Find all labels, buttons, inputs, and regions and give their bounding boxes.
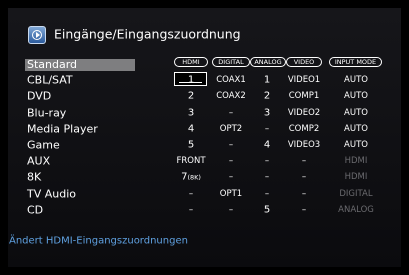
- cell-digital: –: [228, 156, 234, 166]
- cell-analog: 4: [263, 139, 271, 151]
- cell-hdmi-note: (8K): [187, 173, 201, 182]
- column-header-digital: DIGITAL: [212, 57, 250, 67]
- row-label[interactable]: 8K: [27, 171, 41, 184]
- cell-mode: HDMI: [344, 156, 368, 166]
- cell-digital: –: [228, 140, 234, 150]
- row-label[interactable]: TV Audio: [27, 188, 76, 201]
- cell-analog: 1: [263, 74, 271, 86]
- cell-mode: AUTO: [344, 91, 368, 101]
- row-label-standard[interactable]: Standard: [25, 59, 135, 71]
- cell-hdmi: FRONT: [176, 156, 206, 166]
- cell-digital: OPT2: [219, 124, 243, 134]
- row-label[interactable]: CBL/SAT: [27, 74, 73, 87]
- row-label[interactable]: AUX: [27, 155, 50, 168]
- setup-menu-screen: [8, 8, 401, 267]
- column-header-analog: ANALOG: [250, 57, 286, 67]
- cell-digital: –: [228, 205, 234, 215]
- cell-mode: AUTO: [344, 108, 368, 118]
- cell-mode: AUTO: [344, 140, 368, 150]
- cell-hdmi: 3: [187, 107, 195, 119]
- cell-analog: –: [264, 124, 270, 134]
- cell-video: COMP2: [288, 124, 320, 134]
- cell-hdmi: 2: [187, 90, 195, 102]
- cell-video: –: [301, 205, 307, 215]
- cell-digital: OPT1: [219, 189, 243, 199]
- cell-analog: 2: [263, 90, 271, 102]
- cell-hdmi: –: [188, 189, 194, 199]
- row-label[interactable]: DVD: [27, 90, 51, 103]
- row-label[interactable]: CD: [27, 204, 43, 217]
- cell-video: VIDEO2: [287, 108, 321, 118]
- row-label[interactable]: Blu-ray: [27, 107, 66, 120]
- help-text: Ändert HDMI-Eingangszuordnungen: [9, 235, 188, 247]
- cell-video: –: [301, 189, 307, 199]
- cell-analog: –: [264, 172, 270, 182]
- cell-video: VIDEO3: [287, 140, 321, 150]
- cell-mode: DIGITAL: [339, 189, 373, 199]
- cell-analog: 3: [263, 107, 271, 119]
- cell-digital: COAX1: [216, 75, 246, 85]
- cell-video: COMP1: [288, 91, 320, 101]
- column-header-input-mode: INPUT MODE: [329, 57, 382, 67]
- cell-hdmi: 5: [187, 139, 195, 151]
- row-label[interactable]: Media Player: [27, 123, 98, 136]
- cell-video: VIDEO1: [287, 75, 321, 85]
- cell-hdmi: –: [188, 205, 194, 215]
- cell-digital: COAX2: [216, 91, 246, 101]
- cell-digital: –: [228, 108, 234, 118]
- cell-analog: 5: [263, 204, 271, 216]
- menu-title: Eingänge/Eingangszuordnung: [54, 26, 241, 42]
- cell-video: –: [301, 156, 307, 166]
- cell-video: –: [301, 172, 307, 182]
- column-header-hdmi: HDMI: [174, 57, 208, 67]
- cell-digital: –: [228, 172, 234, 182]
- cell-hdmi: 7(8K): [181, 172, 201, 183]
- cell-mode: HDMI: [344, 172, 368, 182]
- cell-mode: ANALOG: [338, 205, 374, 215]
- cell-hdmi: 4: [187, 123, 195, 135]
- column-header-video: VIDEO: [286, 57, 322, 67]
- row-label[interactable]: Game: [27, 139, 60, 152]
- cell-hdmi: 1: [187, 74, 195, 86]
- cell-analog: –: [264, 156, 270, 166]
- inputs-icon: [28, 26, 46, 44]
- cell-mode: AUTO: [344, 75, 368, 85]
- cell-analog: –: [264, 189, 270, 199]
- cell-mode: AUTO: [344, 124, 368, 134]
